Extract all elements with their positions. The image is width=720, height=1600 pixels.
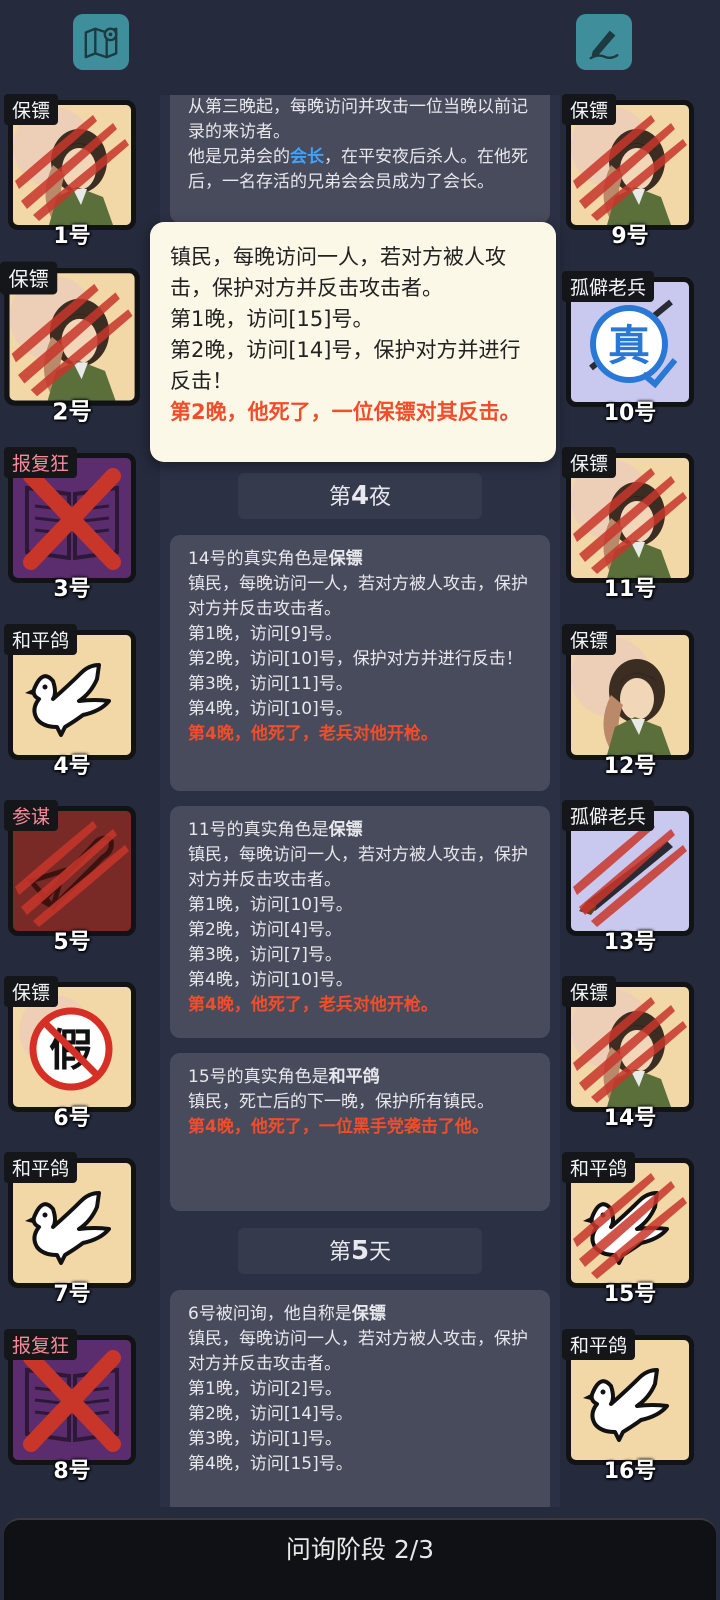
player-card-2[interactable]: 保镖 2号 bbox=[0, 261, 144, 429]
role-label: 保镖 bbox=[4, 94, 59, 125]
player-card-9[interactable]: 保镖 9号 bbox=[562, 94, 698, 252]
player-card-11[interactable]: 保镖 11号 bbox=[562, 447, 698, 605]
phase-bar: 问询阶段 2/3 bbox=[4, 1518, 716, 1600]
player-number: 16号 bbox=[603, 1459, 657, 1484]
player-card-12[interactable]: 保镖 12号 bbox=[562, 624, 698, 782]
pen-note-icon bbox=[589, 30, 619, 60]
player-number: 14号 bbox=[603, 1106, 657, 1131]
player-number: 13号 bbox=[603, 930, 657, 955]
role-label: 保镖 bbox=[562, 976, 617, 1007]
log-entry-partial: 从第三晚起，每晚访问并攻击一位当晚以前记录的来访者。 他是兄弟会的会长，在平安夜… bbox=[170, 95, 550, 223]
player-card-14[interactable]: 保镖 14号 bbox=[562, 976, 698, 1134]
player-number: 3号 bbox=[53, 577, 91, 602]
role-label: 和平鸽 bbox=[4, 1152, 78, 1183]
role-label: 参谋 bbox=[4, 800, 59, 831]
log-entry-14: 14号的真实角色是保镖 镇民，每晚访问一人，若对方被人攻击，保护对方并反击攻击者… bbox=[170, 535, 550, 791]
player-number: 5号 bbox=[53, 930, 91, 955]
player-card-8[interactable]: 报复狂 8号 bbox=[4, 1329, 140, 1487]
role-label: 保镖 bbox=[562, 624, 617, 655]
player-number: 15号 bbox=[603, 1282, 657, 1307]
night-4-divider: 第4夜 bbox=[238, 473, 482, 519]
log-entry-6: 6号被问询，他自称是保镖 镇民，每晚访问一人，若对方被人攻击，保护对方并反击攻击… bbox=[170, 1290, 550, 1507]
player-card-3[interactable]: 报复狂 3号 bbox=[4, 447, 140, 605]
player-number: 1号 bbox=[53, 224, 91, 249]
role-label: 报复狂 bbox=[4, 1329, 78, 1360]
phase-label: 问询阶段 2/3 bbox=[285, 1535, 435, 1564]
role-label: 孤僻老兵 bbox=[562, 800, 655, 831]
player-card-6[interactable]: 假 保镖 6号 bbox=[4, 976, 140, 1134]
player-number: 9号 bbox=[611, 224, 649, 249]
player-card-4[interactable]: 和平鸽 4号 bbox=[4, 624, 140, 782]
log-entry-15: 15号的真实角色是和平鸽 镇民，死亡后的下一晚，保护所有镇民。 第4晚，他死了，… bbox=[170, 1053, 550, 1211]
player-number: 12号 bbox=[603, 754, 657, 779]
day-5-divider: 第5天 bbox=[238, 1228, 482, 1274]
map-pin-icon bbox=[84, 27, 118, 59]
player-number: 8号 bbox=[53, 1459, 91, 1484]
map-button[interactable] bbox=[73, 14, 129, 70]
role-label: 保镖 bbox=[4, 976, 59, 1007]
log-entry-11: 11号的真实角色是保镖 镇民，每晚访问一人，若对方被人攻击，保护对方并反击攻击者… bbox=[170, 806, 550, 1038]
player-card-15[interactable]: 和平鸽 15号 bbox=[562, 1152, 698, 1310]
player-card-16[interactable]: 和平鸽 16号 bbox=[562, 1329, 698, 1487]
player-card-13[interactable]: 孤僻老兵 13号 bbox=[562, 800, 698, 958]
player-number: 7号 bbox=[53, 1282, 91, 1307]
player-card-10[interactable]: 真 孤僻老兵 10号 bbox=[562, 271, 698, 429]
role-label: 和平鸽 bbox=[562, 1152, 636, 1183]
player-card-1[interactable]: 保镖 1号 bbox=[4, 94, 140, 252]
notes-button[interactable] bbox=[576, 14, 632, 70]
player-number: 6号 bbox=[53, 1106, 91, 1131]
role-label: 和平鸽 bbox=[562, 1329, 636, 1360]
role-tooltip: 镇民，每晚访问一人，若对方被人攻击，保护对方并反击攻击者。 第1晚，访问[15]… bbox=[150, 222, 556, 462]
player-number: 10号 bbox=[603, 401, 657, 426]
role-label: 保镖 bbox=[562, 447, 617, 478]
role-label: 保镖 bbox=[562, 94, 617, 125]
role-label: 报复狂 bbox=[4, 447, 78, 478]
player-number: 11号 bbox=[603, 577, 657, 602]
role-label: 和平鸽 bbox=[4, 624, 78, 655]
player-card-5[interactable]: 参谋 5号 bbox=[4, 800, 140, 958]
role-label: 孤僻老兵 bbox=[562, 271, 655, 302]
role-label: 保镖 bbox=[0, 261, 58, 295]
player-number: 4号 bbox=[53, 754, 91, 779]
svg-text:真: 真 bbox=[608, 321, 650, 370]
player-card-7[interactable]: 和平鸽 7号 bbox=[4, 1152, 140, 1310]
player-number: 2号 bbox=[52, 399, 92, 426]
